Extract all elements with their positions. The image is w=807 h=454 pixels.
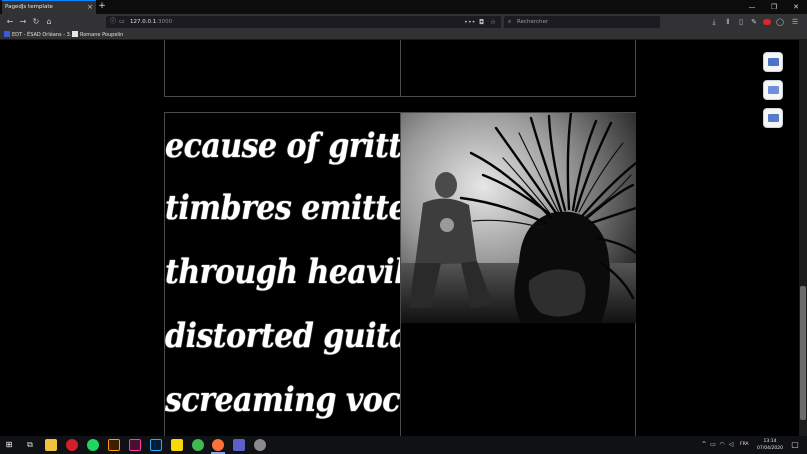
text-line: timbres emitted: [165, 189, 400, 229]
clock-date: 07/04/2020: [757, 446, 783, 451]
file-explorer-icon[interactable]: [45, 439, 57, 451]
close-tab-icon[interactable]: ×: [87, 1, 93, 14]
volume-icon[interactable]: ◁: [727, 436, 735, 454]
restore-button[interactable]: ❐: [763, 0, 785, 14]
minimize-button[interactable]: —: [741, 0, 763, 14]
search-bar[interactable]: ⌕: [504, 16, 660, 28]
account-icon[interactable]: ◯: [775, 16, 785, 28]
extension-record-icon[interactable]: [762, 16, 772, 28]
pocket-icon[interactable]: ◘: [479, 16, 484, 28]
library-icon[interactable]: ⫴: [723, 16, 733, 28]
text-line: ecause of gritty: [165, 127, 400, 167]
bookmark-label: EDT - ÉSAD Orléans - 3...: [12, 32, 75, 38]
page-actions-icon[interactable]: •••: [464, 16, 476, 28]
windows-taskbar: ⊞ ⧉ ^ ▭ ◠ ◁ FRA 13:14 07/04/2020 ▢: [0, 436, 807, 454]
bookmark-favicon-icon: [72, 31, 78, 37]
print-preview-button[interactable]: [763, 108, 783, 128]
sticky-notes-icon[interactable]: [171, 439, 183, 451]
page-icon: ▭: [119, 18, 125, 25]
tab-pagedjs-template[interactable]: PagedJs template ×: [2, 0, 96, 14]
bookmark-label: Romane Poupelin: [80, 32, 124, 38]
taskbar-clock[interactable]: 13:14 07/04/2020: [756, 438, 784, 452]
language-indicator[interactable]: FRA: [740, 436, 749, 454]
photo-graphic: [401, 113, 636, 323]
menu-icon[interactable]: ☰: [790, 16, 800, 28]
url-text[interactable]: 127.0.0.1:3000: [130, 16, 172, 28]
search-icon: ⌕: [508, 18, 512, 25]
app-misc-icon[interactable]: [254, 439, 266, 451]
reload-button[interactable]: ↻: [30, 15, 42, 29]
firefox-icon[interactable]: [212, 439, 224, 451]
clock-time: 13:14: [763, 439, 777, 444]
photoshop-icon[interactable]: [150, 439, 162, 451]
view-spread-button[interactable]: [763, 80, 783, 100]
discord-icon[interactable]: [233, 439, 245, 451]
bookmark-edt[interactable]: EDT - ÉSAD Orléans - 3...: [4, 30, 75, 40]
opera-icon[interactable]: [66, 439, 78, 451]
windows-start-icon[interactable]: ⊞: [3, 436, 15, 454]
text-line: distorted guitars,: [165, 317, 400, 357]
notification-center-icon[interactable]: ▢: [789, 436, 801, 454]
page-scrollbar[interactable]: [799, 40, 807, 436]
view-single-page-button[interactable]: [763, 52, 783, 72]
downloads-icon[interactable]: ⤓: [709, 16, 719, 28]
tab-strip: PagedJs template × + — ❐ ✕: [0, 0, 807, 14]
page-viewport[interactable]: ecause of gritty timbres emitted through…: [0, 40, 807, 436]
tab-title: PagedJs template: [5, 4, 53, 10]
back-button[interactable]: ←: [4, 15, 16, 29]
show-hidden-icons-icon[interactable]: ^: [700, 436, 708, 454]
spotify-icon[interactable]: [87, 439, 99, 451]
url-host: 127.0.0.1: [130, 19, 157, 25]
headbanging-photo: [401, 113, 636, 323]
text-line: screaming vocals,: [165, 381, 400, 421]
edit-icon[interactable]: ✎: [749, 16, 759, 28]
text-column: ecause of gritty timbres emitted through…: [165, 113, 400, 436]
search-input[interactable]: [517, 16, 657, 28]
new-tab-button[interactable]: +: [97, 0, 107, 14]
close-window-button[interactable]: ✕: [785, 0, 807, 14]
info-icon[interactable]: ⓘ: [110, 16, 116, 28]
home-button[interactable]: ⌂: [43, 15, 55, 29]
bookmark-star-icon[interactable]: ☆: [490, 16, 496, 28]
wifi-icon[interactable]: ◠: [718, 436, 726, 454]
url-port: :3000: [156, 19, 173, 25]
bookmark-romane[interactable]: Romane Poupelin: [72, 30, 123, 40]
indesign-icon[interactable]: [129, 439, 141, 451]
previous-page: [164, 40, 636, 97]
monitor-icon: [768, 58, 779, 66]
illustrator-icon[interactable]: [108, 439, 120, 451]
task-view-icon[interactable]: ⧉: [24, 436, 36, 454]
url-bar[interactable]: ⓘ ▭ 127.0.0.1:3000 ••• ◘ ☆: [106, 16, 501, 28]
sidebar-icon[interactable]: ▯: [736, 16, 746, 28]
image-icon: [768, 86, 779, 94]
network-icon[interactable]: ▭: [709, 436, 717, 454]
bookmark-favicon-icon: [4, 31, 10, 37]
nav-bar: ← → ↻ ⌂ ⓘ ▭ 127.0.0.1:3000 ••• ◘ ☆ ⌕ ⤓ ⫴…: [0, 14, 807, 30]
app-globe-icon[interactable]: [192, 439, 204, 451]
forward-button[interactable]: →: [17, 15, 29, 29]
bookmarks-bar: EDT - ÉSAD Orléans - 3... Romane Poupeli…: [0, 30, 807, 40]
column-divider: [400, 40, 401, 97]
browser-window: PagedJs template × + — ❐ ✕ ← → ↻ ⌂ ⓘ ▭ 1…: [0, 0, 807, 454]
scrollbar-thumb[interactable]: [800, 286, 806, 420]
current-page: ecause of gritty timbres emitted through…: [164, 112, 636, 436]
print-icon: [768, 114, 779, 122]
text-line: through heavily: [165, 253, 400, 293]
